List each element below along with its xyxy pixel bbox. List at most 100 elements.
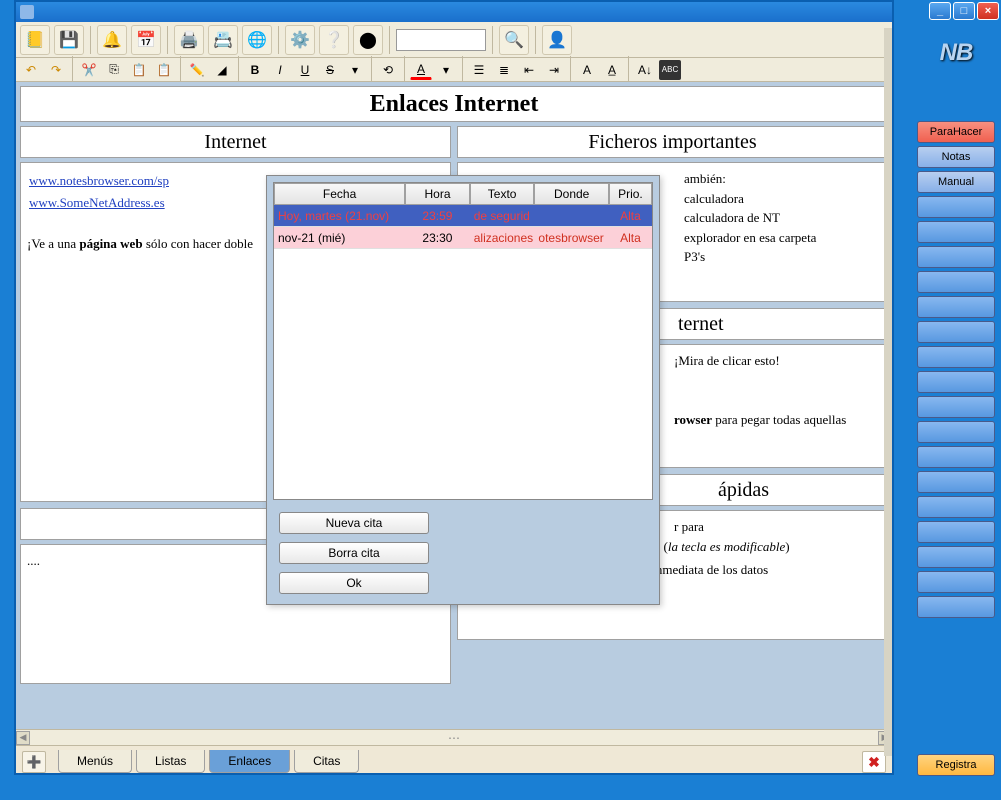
scroll-left-icon[interactable]: ◀	[16, 731, 30, 745]
help-icon[interactable]: ❔	[319, 25, 349, 55]
undo-icon[interactable]: ↶	[20, 60, 42, 80]
sidebar-slot[interactable]	[917, 371, 995, 393]
cell-hora: 23:59	[405, 205, 470, 226]
tab-menus[interactable]: Menús	[58, 750, 132, 773]
sidebar-notas[interactable]: Notas	[917, 146, 995, 168]
sidebar-slot[interactable]	[917, 521, 995, 543]
sidebar-slot[interactable]	[917, 596, 995, 618]
spellcheck-icon[interactable]: ABC	[659, 60, 681, 80]
clear-format-icon[interactable]: ⟲	[377, 60, 399, 80]
cell-donde	[534, 205, 608, 226]
outdent-icon[interactable]: ⇤	[518, 60, 540, 80]
ok-button[interactable]: Ok	[279, 572, 429, 594]
paste-special-icon[interactable]: 📋	[153, 60, 175, 80]
indent-icon[interactable]: ⇥	[543, 60, 565, 80]
cut-icon[interactable]: ✂️	[78, 60, 100, 80]
tip-bold: página web	[79, 236, 142, 251]
sidebar-slot[interactable]	[917, 421, 995, 443]
separator	[238, 56, 239, 84]
settings-icon[interactable]: ⚙️	[285, 25, 315, 55]
sidebar-slot[interactable]	[917, 496, 995, 518]
cell-hora: 23:30	[405, 227, 470, 248]
scroll-grip[interactable]: ⋯	[448, 731, 460, 745]
col-texto[interactable]: Texto	[470, 183, 535, 205]
copy-icon[interactable]: ⎘	[103, 60, 125, 80]
font-icon[interactable]: A	[576, 60, 598, 80]
tab-enlaces[interactable]: Enlaces	[209, 750, 290, 773]
sidebar-slot[interactable]	[917, 196, 995, 218]
sidebar-slot[interactable]	[917, 396, 995, 418]
blank-text: ....	[27, 553, 40, 568]
col-donde[interactable]: Donde	[534, 183, 608, 205]
notebook-icon[interactable]: 📒	[20, 25, 50, 55]
italic-button[interactable]: I	[269, 60, 291, 80]
sort-icon[interactable]: A↓	[634, 60, 656, 80]
cell-fecha: nov-21 (mié)	[274, 227, 405, 248]
separator	[167, 26, 168, 54]
user-icon[interactable]: 👤	[542, 25, 572, 55]
sidebar-slot[interactable]	[917, 321, 995, 343]
sidebar-registra[interactable]: Registra	[917, 754, 995, 776]
titlebar[interactable]	[16, 2, 892, 22]
col-prio[interactable]: Prio.	[609, 183, 652, 205]
numbering-icon[interactable]: ≣	[493, 60, 515, 80]
font-color-icon[interactable]: A	[410, 60, 432, 80]
paste-icon[interactable]: 📋	[128, 60, 150, 80]
strike-button[interactable]: S	[319, 60, 341, 80]
window-maximize-button[interactable]: □	[953, 2, 975, 20]
globe-icon[interactable]: ⬤	[353, 25, 383, 55]
window-close-button[interactable]: ×	[977, 2, 999, 20]
col-hora[interactable]: Hora	[405, 183, 470, 205]
sidebar-slot[interactable]	[917, 571, 995, 593]
internet-panel-header: Internet	[20, 126, 451, 158]
net-bold: rowser	[674, 412, 712, 427]
separator	[180, 56, 181, 84]
redo-icon[interactable]: ↷	[45, 60, 67, 80]
appointments-dialog: Fecha Hora Texto Donde Prio. Hoy, martes…	[266, 175, 660, 605]
search-icon[interactable]: 🔍	[499, 25, 529, 55]
vertical-scroll[interactable]	[884, 28, 892, 756]
web-link[interactable]: www.notesbrowser.com/sp	[29, 173, 169, 188]
sidebar-manual[interactable]: Manual	[917, 171, 995, 193]
table-row[interactable]: Hoy, martes (21.nov) 23:59 de segurid Al…	[274, 205, 652, 227]
font-size-icon[interactable]: A̲	[601, 60, 623, 80]
dropdown-icon[interactable]: ▾	[344, 60, 366, 80]
bell-icon[interactable]: 🔔	[97, 25, 127, 55]
sidebar-slot[interactable]	[917, 546, 995, 568]
col-fecha[interactable]: Fecha	[274, 183, 405, 205]
window-minimize-button[interactable]: _	[929, 2, 951, 20]
horizontal-scroll[interactable]: ◀ ⋯ ▶	[16, 729, 892, 745]
print-preview-icon[interactable]: 📇	[208, 25, 238, 55]
sidebar-slot[interactable]	[917, 471, 995, 493]
dropdown-icon[interactable]: ▾	[435, 60, 457, 80]
new-tab-button[interactable]: ➕	[22, 751, 46, 773]
sidebar-slot[interactable]	[917, 271, 995, 293]
net-text: para pegar todas aquellas	[712, 412, 846, 427]
logo: NB	[917, 28, 995, 78]
bullets-icon[interactable]: ☰	[468, 60, 490, 80]
calendar-icon[interactable]: 📅	[131, 25, 161, 55]
sidebar-slot[interactable]	[917, 221, 995, 243]
sidebar-slot[interactable]	[917, 296, 995, 318]
cell-prio: Alta	[609, 205, 652, 226]
tab-listas[interactable]: Listas	[136, 750, 205, 773]
web-icon[interactable]: 🌐	[242, 25, 272, 55]
save-icon[interactable]: 💾	[54, 25, 84, 55]
delete-appointment-button[interactable]: Borra cita	[279, 542, 429, 564]
sidebar-parahacer[interactable]: ParaHacer	[917, 121, 995, 143]
print-icon[interactable]: 🖨️	[174, 25, 204, 55]
sidebar-slot[interactable]	[917, 346, 995, 368]
web-link[interactable]: www.SomeNetAddress.es	[29, 195, 165, 210]
table-row[interactable]: nov-21 (mié) 23:30 alizaciones otesbrows…	[274, 227, 652, 249]
tab-citas[interactable]: Citas	[294, 750, 359, 773]
eraser-icon[interactable]: ◢	[211, 60, 233, 80]
highlight-icon[interactable]: ✏️	[186, 60, 208, 80]
new-appointment-button[interactable]: Nueva cita	[279, 512, 429, 534]
sidebar-slot[interactable]	[917, 446, 995, 468]
cell-texto: de segurid	[470, 205, 535, 226]
tab-close-button[interactable]: ✖	[862, 751, 886, 773]
underline-button[interactable]: U	[294, 60, 316, 80]
sidebar-slot[interactable]	[917, 246, 995, 268]
search-input[interactable]	[396, 29, 486, 51]
bold-button[interactable]: B	[244, 60, 266, 80]
